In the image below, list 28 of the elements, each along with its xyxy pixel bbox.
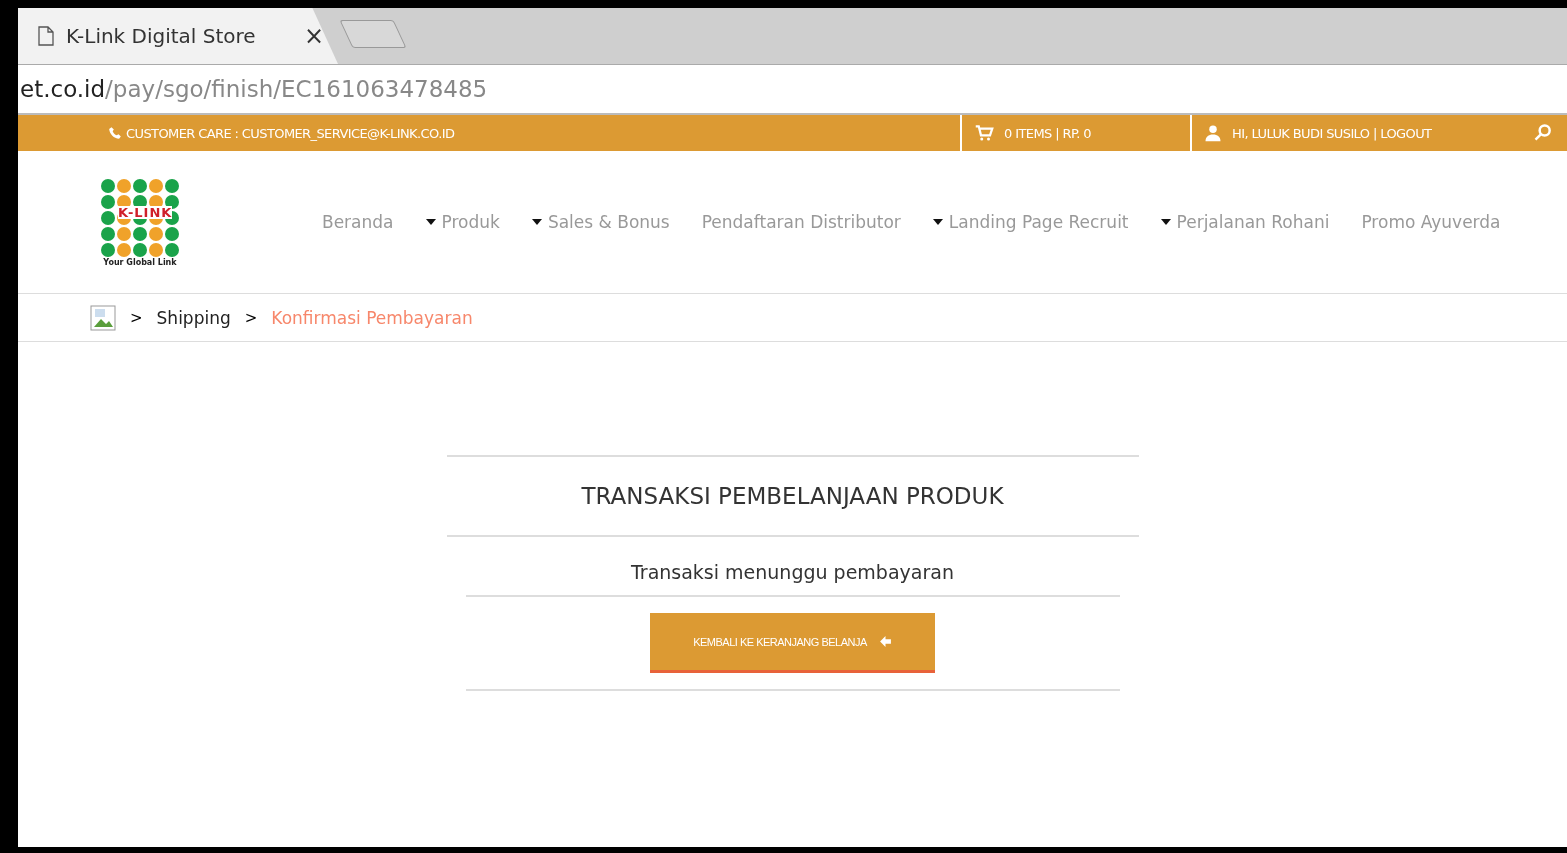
browser-tab[interactable]: K-Link Digital Store × xyxy=(18,8,338,64)
user-account-link[interactable]: HI, LULUK BUDI SUSILO | LOGOUT xyxy=(1232,125,1523,141)
user-icon xyxy=(1204,124,1222,142)
nav-link[interactable]: Landing Page Recruit xyxy=(932,212,1129,232)
breadcrumb-separator: > xyxy=(244,308,258,327)
nav-link[interactable]: Beranda xyxy=(322,212,394,232)
nav-link[interactable]: Produk xyxy=(425,212,500,232)
nav-link[interactable]: Pendaftaran Distributor xyxy=(701,212,901,232)
cart-icon xyxy=(974,124,994,142)
status-text: Transaksi menunggu pembayaran xyxy=(465,537,1120,597)
close-tab-button[interactable]: × xyxy=(303,22,324,50)
k-link-logo[interactable]: K-LINK Your Global Link xyxy=(100,177,180,267)
broken-image-icon[interactable] xyxy=(90,304,116,331)
nav-link[interactable]: Sales & Bonus xyxy=(531,212,670,232)
search-icon xyxy=(1533,123,1553,143)
back-to-cart-button[interactable]: KEMBALI KE KERANJANG BELANJA xyxy=(650,613,935,673)
page-icon xyxy=(38,26,54,46)
panel-title: TRANSAKSI PEMBELANJAAN PRODUK xyxy=(446,455,1139,537)
breadcrumb-separator: > xyxy=(130,308,143,327)
phone-icon xyxy=(108,126,122,140)
breadcrumb-link[interactable]: Konfirmasi Pembayaran xyxy=(271,307,473,328)
tab-title: K-Link Digital Store xyxy=(66,24,257,48)
cart-summary[interactable]: 0 ITEMS | RP. 0 xyxy=(1004,125,1091,141)
customer-care-text: CUSTOMER CARE : CUSTOMER_SERVICE@K-LINK.CO.ID xyxy=(126,125,455,141)
arrow-left-icon xyxy=(878,635,892,648)
breadcrumb-link[interactable]: Shipping xyxy=(156,307,231,328)
nav-link[interactable]: Perjalanan Rohani xyxy=(1160,212,1330,232)
nav-link[interactable]: Promo Ayuverda xyxy=(1361,212,1501,232)
